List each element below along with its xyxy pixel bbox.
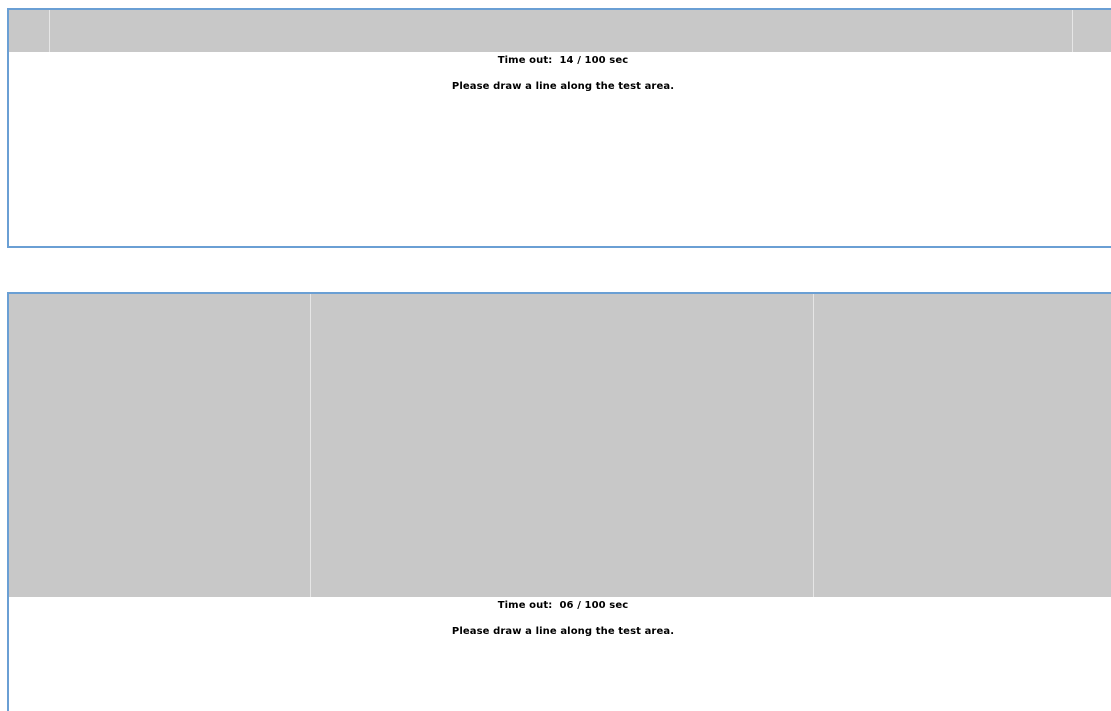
test-zone-left[interactable] [9,294,311,597]
timeout-label: Time out: 06 / 100 sec [497,600,629,611]
touch-test-panel-2: Time out: 06 / 100 sec Please draw a lin… [7,292,1111,711]
touch-test-panel-1: Time out: 14 / 100 sec Please draw a lin… [7,8,1111,248]
test-area[interactable] [9,10,1111,52]
test-zone-center[interactable] [50,10,1073,52]
test-zone-right[interactable] [814,294,1111,597]
test-zone-center[interactable] [311,294,814,597]
test-area[interactable] [9,294,1111,597]
timeout-label: Time out: 14 / 100 sec [497,55,629,66]
instruction-text: Please draw a line along the test area. [451,626,675,637]
test-zone-right[interactable] [1073,10,1111,52]
test-zone-left[interactable] [9,10,50,52]
instruction-text: Please draw a line along the test area. [451,81,675,92]
